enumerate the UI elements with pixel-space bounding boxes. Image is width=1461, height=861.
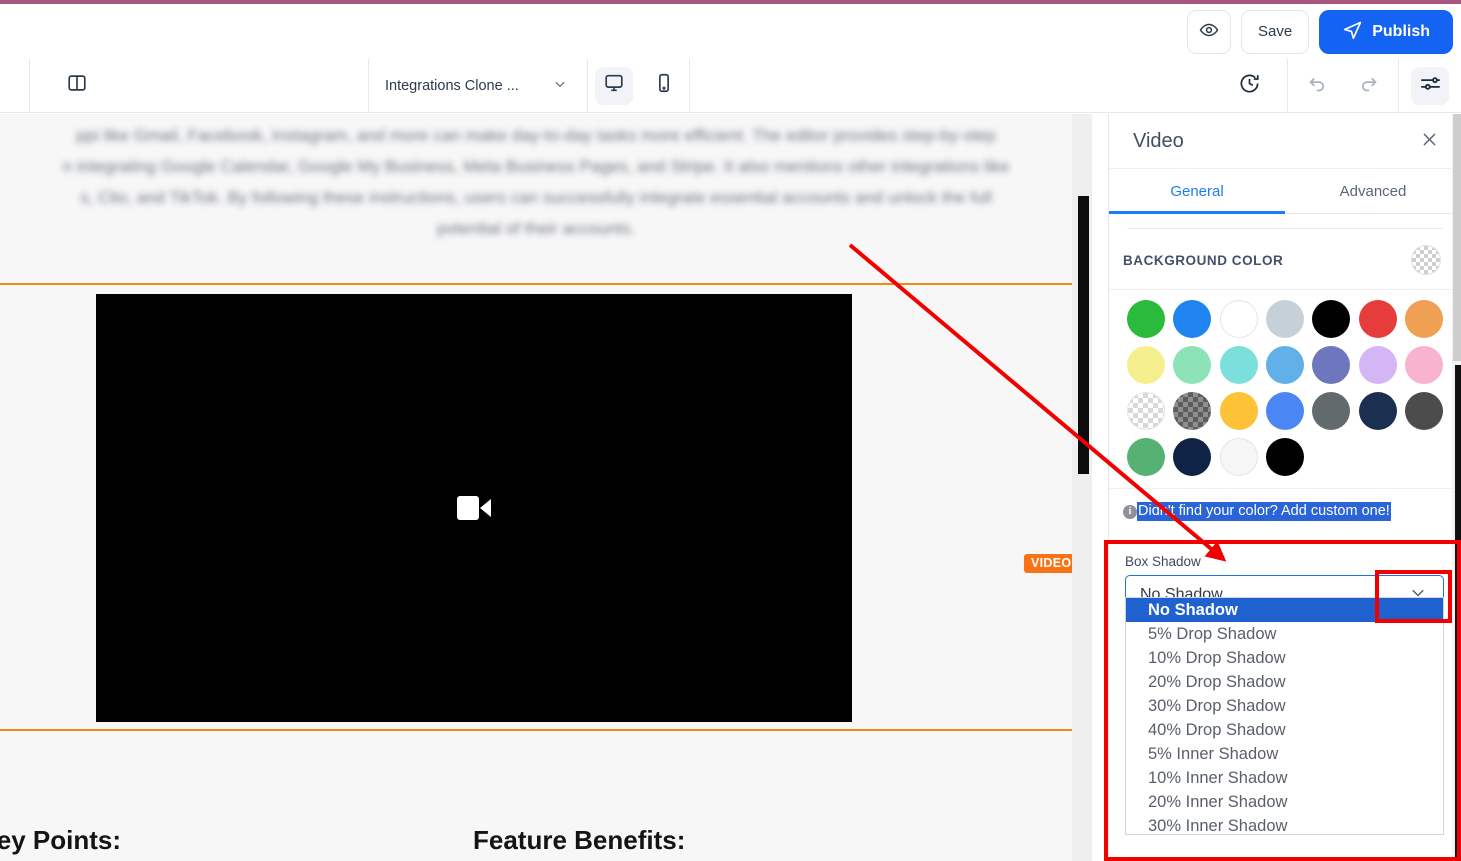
close-x-icon[interactable] (1420, 130, 1439, 153)
video-element-badge: VIDEO (1024, 554, 1078, 573)
video-camera-icon (457, 496, 491, 520)
tab-advanced-label: Advanced (1340, 183, 1407, 200)
app-root: Save Publish (0, 0, 1461, 861)
mobile-view-button[interactable] (645, 67, 683, 105)
canvas-scrollbar-thumb[interactable] (1078, 196, 1089, 474)
top-header: Save Publish (0, 4, 1461, 59)
publish-button-label: Publish (1372, 23, 1430, 41)
mobile-phone-icon (653, 72, 675, 99)
custom-color-row[interactable]: i Didn't find your color? Add custom one… (1109, 488, 1461, 534)
color-swatch-mint-green[interactable] (1173, 346, 1211, 384)
add-custom-color-link[interactable]: Didn't find your color? Add custom one! (1137, 502, 1391, 521)
color-swatch-amber[interactable] (1220, 392, 1258, 430)
tab-general-label: General (1170, 183, 1223, 200)
save-button-label: Save (1258, 23, 1292, 40)
transparent-checker-icon[interactable] (1411, 245, 1441, 275)
version-history-button[interactable] (1231, 67, 1269, 105)
color-swatch-transparent[interactable] (1127, 392, 1165, 430)
desktop-monitor-icon (603, 72, 625, 99)
color-swatch-medium-green[interactable] (1127, 438, 1165, 476)
color-swatch-dark-grey[interactable] (1405, 392, 1443, 430)
color-swatch-dark-navy[interactable] (1173, 438, 1211, 476)
editor-toolbar: Integrations Clone ... (0, 59, 1461, 113)
panel-header: Video (1109, 114, 1461, 169)
color-swatch-cornflower-blue[interactable] (1266, 392, 1304, 430)
redo-button[interactable] (1350, 67, 1388, 105)
color-swatch-navy[interactable] (1359, 392, 1397, 430)
panel-scrollbar-thumb[interactable] (1453, 114, 1461, 361)
color-swatch-blue[interactable] (1173, 300, 1211, 338)
bottom-headings-row: Key Points: Feature Benefits: (0, 807, 1072, 861)
sliders-settings-icon (1419, 72, 1442, 100)
color-swatch-white[interactable] (1220, 300, 1258, 338)
intro-paragraph: ppi like Gmail, Facebook, Instagram, and… (0, 120, 1072, 244)
history-clock-icon (1238, 72, 1261, 100)
color-swatch-red[interactable] (1359, 300, 1397, 338)
color-swatch-turquoise[interactable] (1220, 346, 1258, 384)
save-button[interactable]: Save (1241, 10, 1309, 54)
color-swatch-lavender[interactable] (1359, 346, 1397, 384)
tab-advanced[interactable]: Advanced (1285, 169, 1461, 213)
color-swatch-sky-blue[interactable] (1266, 346, 1304, 384)
feature-benefits-heading: Feature Benefits: (473, 825, 685, 856)
color-swatch-slate-purple[interactable] (1312, 346, 1350, 384)
page-canvas[interactable]: ppi like Gmail, Facebook, Instagram, and… (0, 114, 1092, 861)
background-color-section-header: BACKGROUND COLOR (1109, 229, 1461, 289)
video-placeholder[interactable] (96, 294, 852, 722)
color-swatch-orange[interactable] (1405, 300, 1443, 338)
color-swatch-section (1109, 289, 1461, 488)
color-swatch-pale-yellow[interactable] (1127, 346, 1165, 384)
desktop-view-button[interactable] (595, 67, 633, 105)
color-swatch-semi-transparent-dark[interactable] (1173, 392, 1211, 430)
settings-button[interactable] (1411, 67, 1449, 105)
page-selector[interactable]: Integrations Clone ... (385, 77, 567, 95)
page-selector-label: Integrations Clone ... (385, 78, 519, 94)
color-swatch-green[interactable] (1127, 300, 1165, 338)
preview-button[interactable] (1187, 10, 1231, 54)
background-color-label: BACKGROUND COLOR (1123, 253, 1283, 268)
sidebar-panel-icon (66, 72, 88, 99)
tab-general[interactable]: General (1109, 169, 1285, 213)
panel-tabs: General Advanced (1109, 169, 1461, 214)
info-icon: i (1123, 505, 1137, 519)
color-swatch-pure-black[interactable] (1266, 438, 1304, 476)
key-points-heading: Key Points: (0, 825, 121, 856)
undo-arrow-icon (1306, 72, 1328, 99)
color-swatch-off-white[interactable] (1220, 438, 1258, 476)
color-swatch-grey[interactable] (1312, 392, 1350, 430)
sidebar-panel-toggle-button[interactable] (58, 67, 96, 105)
publish-button[interactable]: Publish (1319, 10, 1453, 54)
video-element-container[interactable] (0, 283, 1072, 731)
color-swatch-grid (1123, 300, 1447, 476)
color-swatch-light-grey-blue[interactable] (1266, 300, 1304, 338)
undo-button[interactable] (1298, 67, 1336, 105)
annotation-box-box-shadow (1104, 540, 1461, 861)
panel-title: Video (1133, 130, 1184, 153)
redo-arrow-icon (1358, 72, 1380, 99)
eye-icon (1199, 20, 1219, 44)
send-icon (1342, 19, 1363, 45)
color-swatch-pink[interactable] (1405, 346, 1443, 384)
chevron-down-icon (553, 77, 567, 95)
color-swatch-black[interactable] (1312, 300, 1350, 338)
